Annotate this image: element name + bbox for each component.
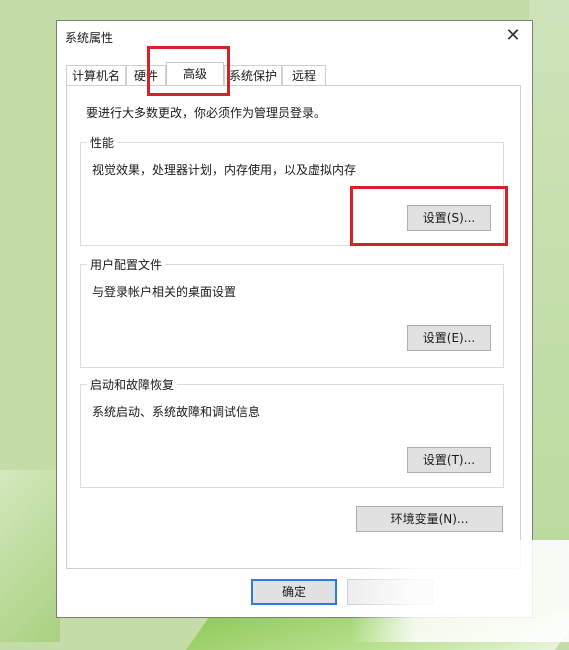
desktop-background-edge [529,0,569,642]
ok-button[interactable]: 确定 [251,579,337,605]
admin-notice: 要进行大多数更改，你必须作为管理员登录。 [86,106,327,120]
user-profiles-settings-button[interactable]: 设置(E)... [407,325,491,351]
tab-remote[interactable]: 远程 [282,65,326,85]
advanced-tab-pane: 要进行大多数更改，你必须作为管理员登录。 性能 视觉效果，处理器计划，内存使用，… [66,85,521,569]
tab-computer-name[interactable]: 计算机名 [66,65,126,85]
startup-recovery-description: 系统启动、系统故障和调试信息 [92,405,261,419]
environment-variables-button[interactable]: 环境变量(N)... [356,506,503,532]
system-properties-dialog: 系统属性 ✕ 计算机名 硬件 高级 系统保护 远程 要进行大多数更改，你必须作为… [56,20,533,618]
cancel-button[interactable] [347,579,433,605]
performance-group: 性能 视觉效果，处理器计划，内存使用，以及虚拟内存 设置(S)... [80,134,504,246]
user-profiles-group-title: 用户配置文件 [87,256,166,273]
tab-advanced[interactable]: 高级 [166,62,224,86]
startup-recovery-group-title: 启动和故障恢复 [87,376,178,393]
startup-recovery-group: 启动和故障恢复 系统启动、系统故障和调试信息 设置(T)... [80,376,504,488]
dialog-title: 系统属性 [65,31,114,45]
performance-settings-button[interactable]: 设置(S)... [407,205,491,231]
tab-system-protection[interactable]: 系统保护 [224,65,282,85]
user-profiles-description: 与登录帐户相关的桌面设置 [92,285,237,299]
title-bar: 系统属性 ✕ [57,21,532,53]
user-profiles-group: 用户配置文件 与登录帐户相关的桌面设置 设置(E)... [80,256,504,368]
startup-recovery-settings-button[interactable]: 设置(T)... [407,447,491,473]
performance-group-title: 性能 [87,134,118,151]
desktop-background-shape [0,470,60,642]
tab-hardware[interactable]: 硬件 [126,65,166,85]
performance-description: 视觉效果，处理器计划，内存使用，以及虚拟内存 [92,163,357,177]
close-icon[interactable]: ✕ [498,23,528,49]
